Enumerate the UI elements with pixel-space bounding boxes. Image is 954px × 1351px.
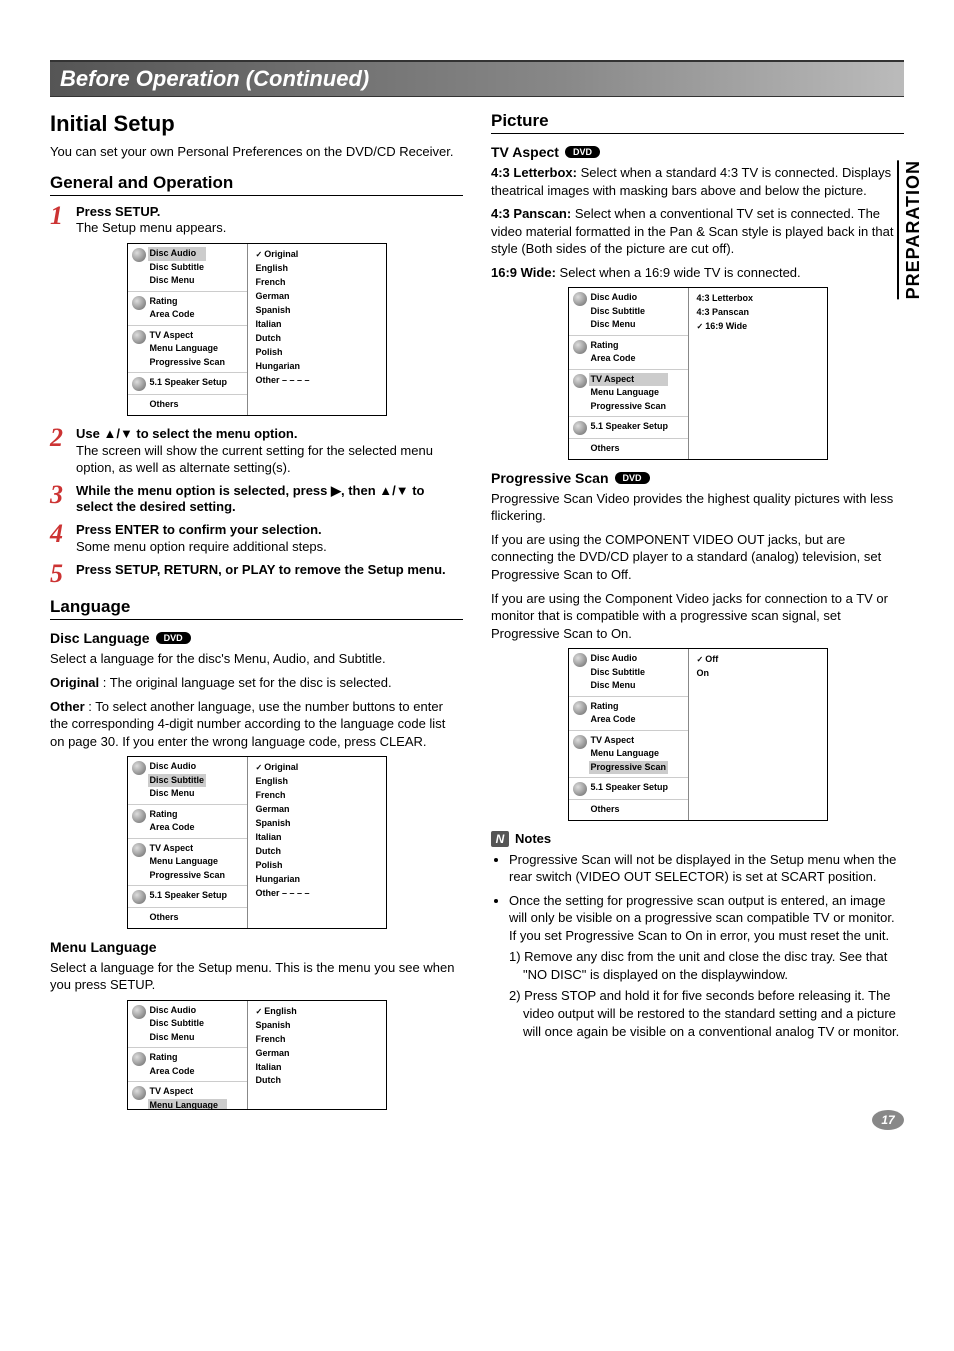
right-column: Picture TV Aspect DVD 4:3 Letterbox: Sel… [491, 111, 904, 1120]
notes-icon: N [491, 831, 509, 847]
step-4: 4 Press ENTER to confirm your selection.… [50, 522, 463, 556]
section-header: Before Operation (Continued) [50, 60, 904, 97]
note-substep: 2) Press STOP and hold it for five secon… [509, 987, 904, 1040]
step-title: Use ▲/▼ to select the menu option. [76, 426, 297, 441]
note-item: Progressive Scan will not be displayed i… [509, 851, 904, 886]
heading-progressive-scan: Progressive Scan DVD [491, 470, 904, 486]
heading-tv-aspect: TV Aspect DVD [491, 144, 904, 160]
heading-initial-setup: Initial Setup [50, 111, 463, 137]
osd-setup-menu: Disc AudioDisc SubtitleDisc Menu RatingA… [127, 243, 387, 416]
tv-icon [132, 843, 146, 857]
notes-list: Progressive Scan will not be displayed i… [491, 851, 904, 1040]
lock-icon [132, 1052, 146, 1066]
dvd-badge: DVD [565, 146, 600, 158]
lock-icon [573, 701, 587, 715]
step-title: Press SETUP, RETURN, or PLAY to remove t… [76, 562, 446, 577]
globe-icon [132, 1005, 146, 1019]
step-body: The Setup menu appears. [76, 220, 226, 235]
speaker-icon [573, 782, 587, 796]
globe-icon [573, 292, 587, 306]
ps-p3: If you are using the Component Video jac… [491, 590, 904, 643]
side-tab: PREPARATION [897, 160, 924, 299]
notes-label: Notes [515, 831, 551, 846]
step-number: 2 [50, 426, 70, 477]
heading-general: General and Operation [50, 173, 463, 196]
speaker-icon [573, 421, 587, 435]
notes-heading: N Notes [491, 831, 904, 847]
tv-icon [132, 330, 146, 344]
step-body: The screen will show the current setting… [76, 443, 433, 475]
left-column: Initial Setup You can set your own Perso… [50, 111, 463, 1120]
step-1: 1 Press SETUP.The Setup menu appears. [50, 204, 463, 238]
step-2: 2 Use ▲/▼ to select the menu option. The … [50, 426, 463, 477]
lock-icon [132, 296, 146, 310]
tv-wide: 16:9 Wide: Select when a 16:9 wide TV is… [491, 264, 904, 282]
step-title: Press SETUP. [76, 204, 160, 219]
step-3: 3 While the menu option is selected, pre… [50, 483, 463, 517]
step-5: 5 Press SETUP, RETURN, or PLAY to remove… [50, 562, 463, 585]
step-number: 5 [50, 562, 70, 585]
osd-disc-language: Disc AudioDisc SubtitleDisc Menu RatingA… [127, 756, 387, 929]
page-number: 17 [872, 1110, 904, 1130]
dvd-badge: DVD [615, 472, 650, 484]
step-body: Some menu option require additional step… [76, 539, 327, 554]
globe-icon [132, 248, 146, 262]
tv-letterbox: 4:3 Letterbox: Select when a standard 4:… [491, 164, 904, 199]
step-title: Press ENTER to confirm your selection. [76, 522, 322, 537]
globe-icon [573, 653, 587, 667]
speaker-icon [132, 377, 146, 391]
dvd-badge: DVD [156, 632, 191, 644]
lock-icon [573, 340, 587, 354]
tv-icon [132, 1086, 146, 1100]
note-item: Once the setting for progressive scan ou… [509, 892, 904, 1040]
disc-lang-original: Original : The original language set for… [50, 674, 463, 692]
heading-disc-language: Disc Language DVD [50, 630, 463, 646]
step-number: 3 [50, 483, 70, 517]
heading-menu-language: Menu Language [50, 939, 463, 955]
menu-lang-text: Select a language for the Setup menu. Th… [50, 959, 463, 994]
globe-icon [132, 761, 146, 775]
osd-progressive-scan: Disc AudioDisc SubtitleDisc Menu RatingA… [568, 648, 828, 821]
intro-text: You can set your own Personal Preference… [50, 143, 463, 161]
note-substep: 1) Remove any disc from the unit and clo… [509, 948, 904, 983]
step-number: 4 [50, 522, 70, 556]
disc-lang-other: Other : To select another language, use … [50, 698, 463, 751]
step-title: While the menu option is selected, press… [76, 483, 425, 515]
osd-tv-aspect: Disc AudioDisc SubtitleDisc Menu RatingA… [568, 287, 828, 460]
heading-language: Language [50, 597, 463, 620]
tv-icon [573, 374, 587, 388]
speaker-icon [132, 890, 146, 904]
ps-p2: If you are using the COMPONENT VIDEO OUT… [491, 531, 904, 584]
section-title: Before Operation (Continued) [60, 66, 894, 92]
disc-lang-intro: Select a language for the disc's Menu, A… [50, 650, 463, 668]
osd-menu-language: Disc AudioDisc SubtitleDisc Menu RatingA… [127, 1000, 387, 1110]
ps-p1: Progressive Scan Video provides the high… [491, 490, 904, 525]
heading-picture: Picture [491, 111, 904, 134]
tv-icon [573, 735, 587, 749]
lock-icon [132, 809, 146, 823]
step-number: 1 [50, 204, 70, 238]
tv-panscan: 4:3 Panscan: Select when a conventional … [491, 205, 904, 258]
